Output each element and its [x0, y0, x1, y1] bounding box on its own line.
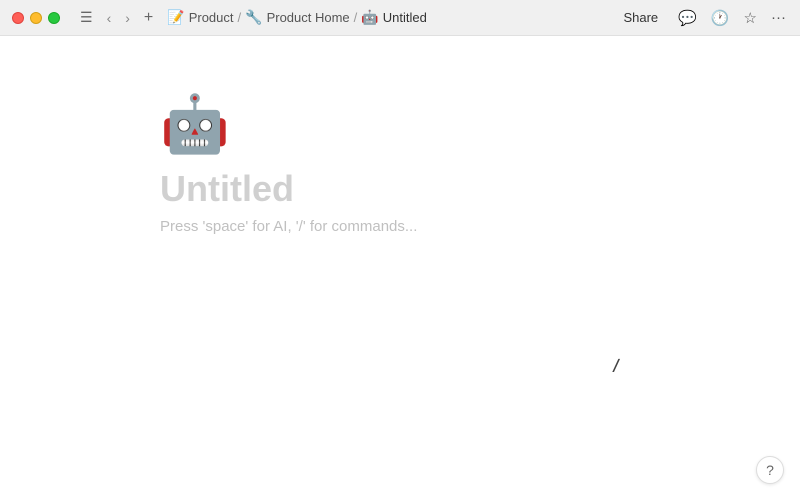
- star-icon: ☆: [744, 10, 757, 27]
- breadcrumb-icon-1: 📝: [167, 9, 184, 26]
- page-icon[interactable]: 🤖: [160, 96, 230, 152]
- breadcrumb-sep-1: /: [238, 10, 242, 25]
- nav-forward-button[interactable]: ›: [121, 8, 134, 28]
- traffic-light-minimize[interactable]: [30, 12, 42, 24]
- breadcrumb-item-current[interactable]: Untitled: [383, 10, 427, 25]
- traffic-light-close[interactable]: [12, 12, 24, 24]
- sidebar-toggle-icon[interactable]: ☰: [76, 7, 97, 28]
- titlebar-left: ☰ ‹ › + 📝 Product / 🔧 Product Home / 🤖 U…: [12, 7, 427, 29]
- titlebar-right: Share 💬 🕐 ☆ ···: [615, 7, 788, 29]
- breadcrumb: 📝 Product / 🔧 Product Home / 🤖 Untitled: [167, 9, 427, 26]
- breadcrumb-item-2[interactable]: Product Home: [267, 10, 350, 25]
- titlebar: ☰ ‹ › + 📝 Product / 🔧 Product Home / 🤖 U…: [0, 0, 800, 36]
- breadcrumb-item-1[interactable]: Product: [189, 10, 234, 25]
- add-page-button[interactable]: +: [140, 7, 157, 29]
- breadcrumb-icon-3: 🤖: [361, 9, 378, 26]
- comment-button[interactable]: 💬: [676, 7, 699, 29]
- text-cursor: 𝐼: [612, 356, 614, 376]
- favorite-button[interactable]: ☆: [742, 7, 759, 29]
- history-button[interactable]: 🕐: [709, 7, 732, 29]
- breadcrumb-icon-2: 🔧: [245, 9, 262, 26]
- traffic-light-fullscreen[interactable]: [48, 12, 60, 24]
- nav-back-button[interactable]: ‹: [103, 8, 116, 28]
- breadcrumb-sep-2: /: [354, 10, 358, 25]
- page-title[interactable]: Untitled: [160, 168, 294, 210]
- share-button[interactable]: Share: [615, 7, 666, 28]
- traffic-lights: [12, 12, 60, 24]
- help-button[interactable]: ?: [756, 456, 784, 484]
- more-options-button[interactable]: ···: [769, 7, 788, 28]
- page-placeholder[interactable]: Press 'space' for AI, '/' for commands..…: [160, 218, 417, 235]
- comment-icon: 💬: [678, 10, 697, 27]
- page-content: 🤖 Untitled Press 'space' for AI, '/' for…: [0, 36, 800, 500]
- clock-icon: 🕐: [711, 10, 730, 27]
- more-icon: ···: [771, 9, 786, 26]
